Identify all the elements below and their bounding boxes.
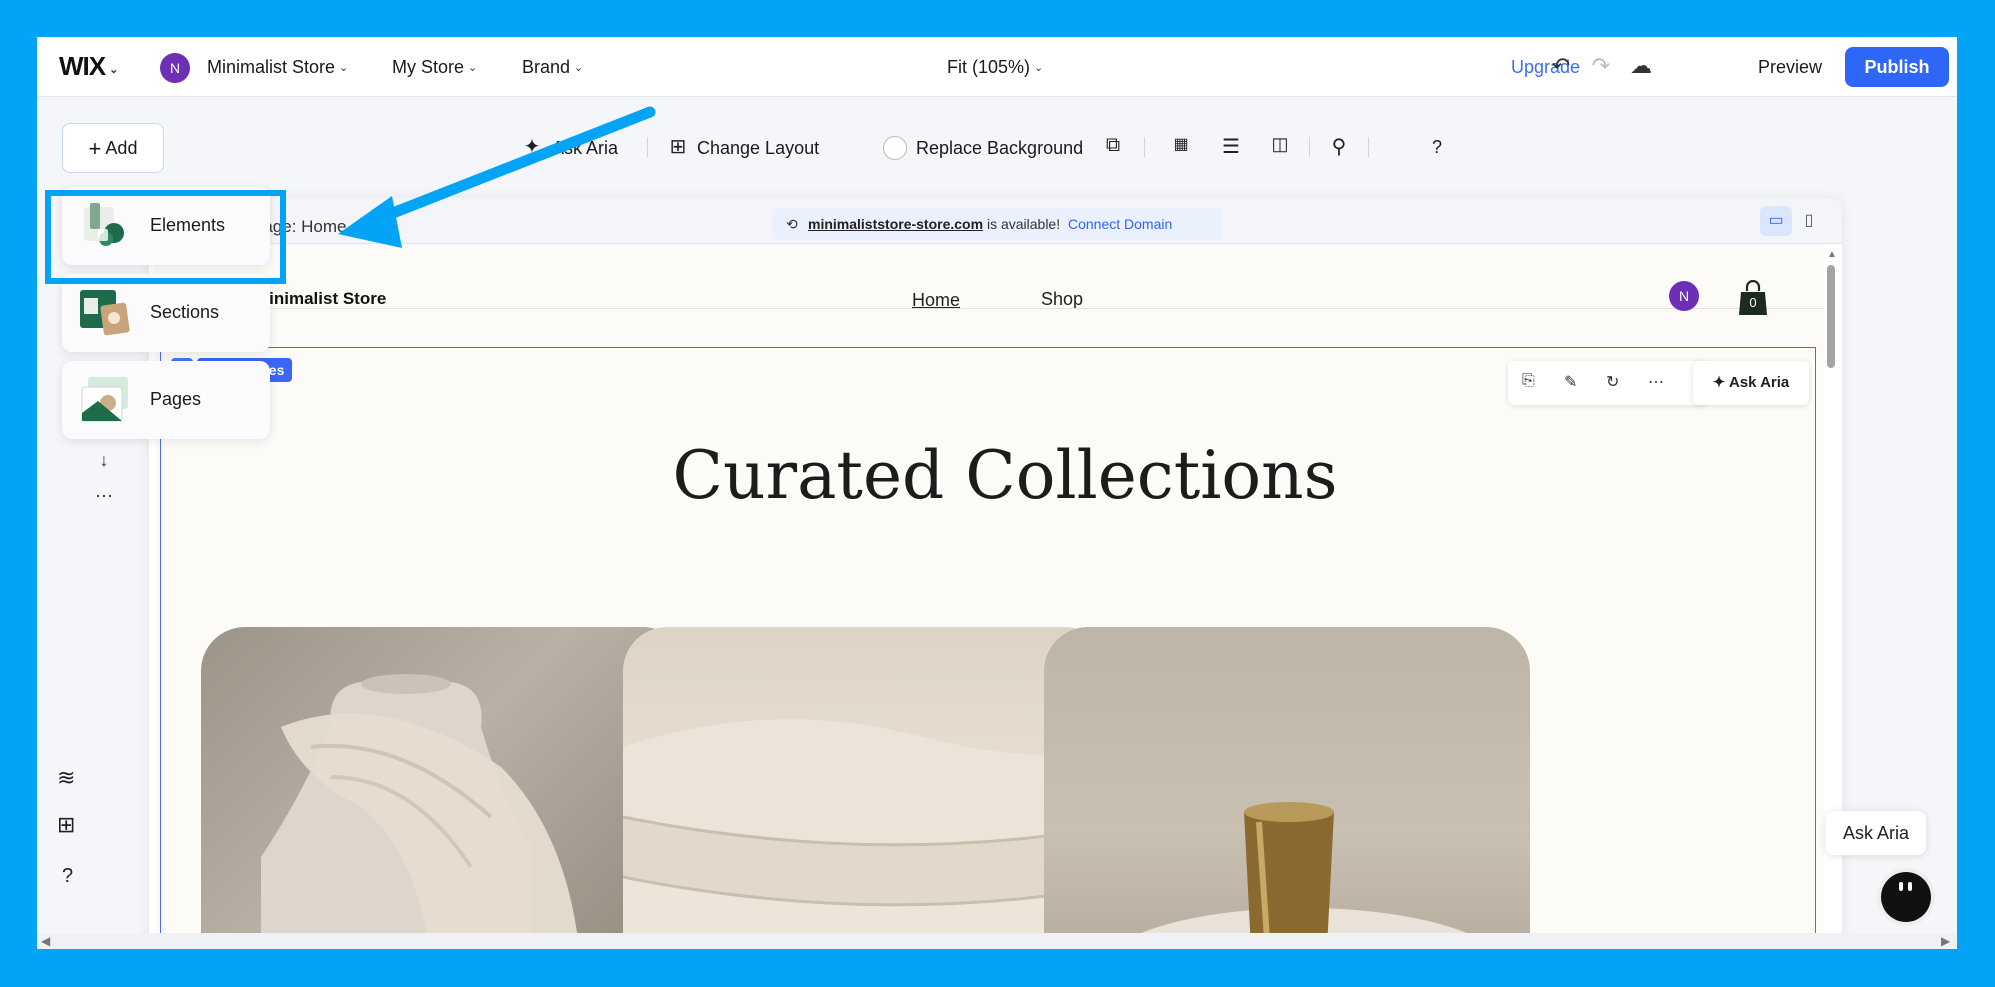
tutorial-arrow-icon [338,106,656,248]
